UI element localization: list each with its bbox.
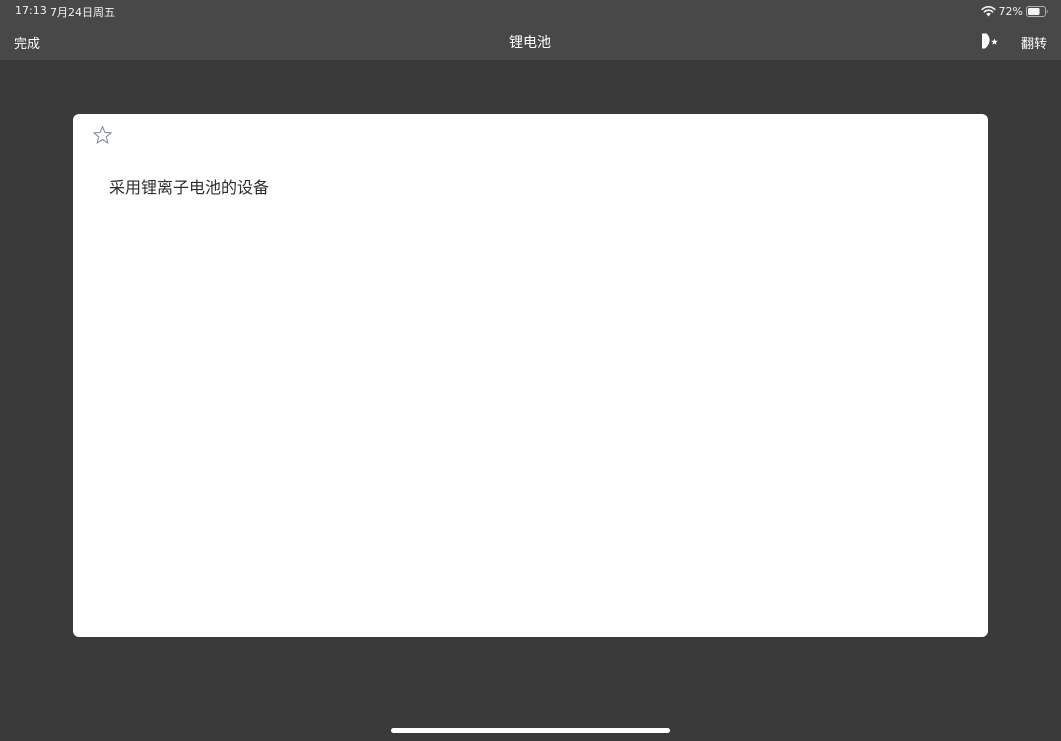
wifi-icon [980, 6, 996, 17]
nav-bar: 完成 锂电池 翻转 [0, 22, 1061, 60]
done-button[interactable]: 完成 [14, 33, 40, 52]
top-bar: 17:13 7月24日周五 72% 完成 锂电池 翻转 [0, 0, 1061, 60]
status-indicators: 72% [980, 3, 1048, 19]
speaker-icon[interactable] [980, 32, 1000, 50]
flashcard[interactable]: 采用锂离子电池的设备 [73, 114, 988, 637]
status-date: 7月24日周五 [50, 6, 115, 19]
star-outline-icon[interactable] [92, 125, 113, 145]
home-indicator[interactable] [391, 728, 670, 733]
status-bar: 17:13 7月24日周五 72% [0, 0, 1061, 22]
flip-button[interactable]: 翻转 [1021, 33, 1047, 52]
battery-icon [1026, 5, 1048, 17]
battery-percent: 72% [998, 4, 1023, 18]
status-time: 17:13 [15, 4, 47, 17]
card-front-text: 采用锂离子电池的设备 [109, 178, 270, 197]
page-title: 锂电池 [509, 35, 551, 51]
